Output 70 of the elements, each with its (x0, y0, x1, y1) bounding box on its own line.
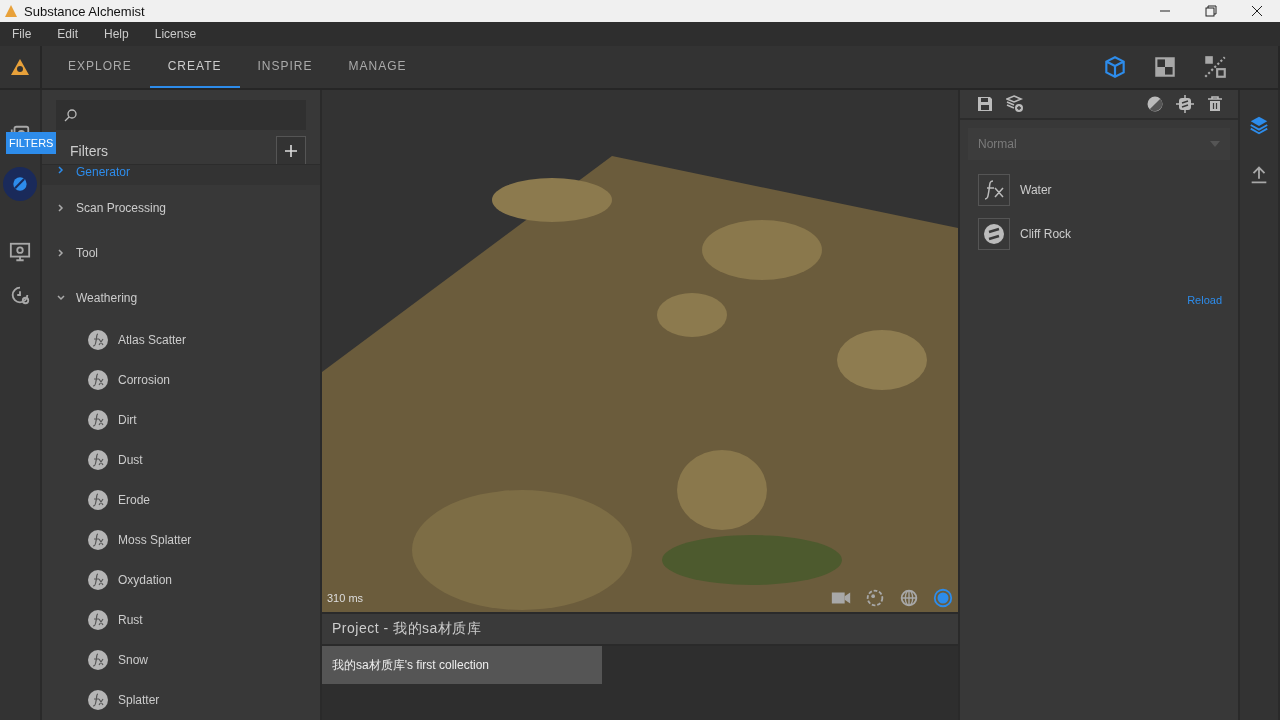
monitor-gear-icon[interactable] (9, 241, 31, 263)
layers-icon[interactable] (1248, 114, 1270, 136)
collection-item[interactable]: 我的sa材质库's first collection (322, 646, 602, 684)
nav-tab[interactable]: CREATE (149, 46, 240, 88)
render-time: 310 ms (327, 592, 365, 604)
checker-icon[interactable] (1152, 54, 1178, 80)
fx-icon (88, 650, 108, 670)
fx-icon (88, 330, 108, 350)
add-layer-icon[interactable] (1006, 95, 1024, 113)
fx-icon (88, 490, 108, 510)
layer-name[interactable]: Water (1020, 183, 1052, 197)
search-field[interactable] (56, 100, 306, 130)
filter-item[interactable]: Oxydation (118, 573, 173, 587)
fx-icon (88, 610, 108, 630)
chevron-icon (56, 247, 66, 258)
app-logo-icon (10, 57, 30, 77)
cube-icon[interactable] (1102, 54, 1128, 80)
split-view-icon[interactable] (1202, 54, 1228, 80)
filter-item[interactable]: Dust (118, 453, 143, 467)
filter-item[interactable]: Snow (118, 653, 149, 667)
fx-icon (978, 174, 1010, 206)
close-icon[interactable] (1250, 4, 1264, 18)
plus-icon (284, 144, 298, 158)
nav-tab[interactable]: EXPLORE (50, 46, 150, 88)
light-icon[interactable] (864, 587, 886, 609)
fx-icon (88, 370, 108, 390)
nav-tab[interactable]: INSPIRE (239, 46, 331, 88)
contrast-icon[interactable] (1146, 95, 1164, 113)
filters-icon (10, 174, 30, 194)
project-title: Project - 我的sa材质库 (322, 614, 958, 644)
chevron-icon (56, 292, 66, 303)
category-item[interactable]: Scan Processing (42, 185, 320, 230)
menu-item[interactable]: Help (104, 27, 129, 41)
chevron-icon (56, 202, 66, 213)
category-item[interactable]: Weathering (42, 275, 320, 320)
panel-title: Filters (70, 143, 109, 159)
filters-button[interactable] (3, 167, 37, 201)
save-icon[interactable] (976, 95, 994, 113)
search-icon (64, 108, 78, 122)
fx-icon (88, 570, 108, 590)
app-logo-icon (4, 4, 18, 18)
clock-gear-icon[interactable] (9, 284, 31, 306)
restore-icon[interactable] (1204, 4, 1218, 18)
filters-tooltip: FILTERS (6, 132, 57, 154)
menu-item[interactable]: License (154, 27, 197, 41)
caret-icon (1210, 141, 1220, 147)
menu-item[interactable]: File (12, 27, 32, 41)
nav-tab[interactable]: MANAGE (330, 46, 425, 88)
fx-icon (88, 530, 108, 550)
menu-item[interactable]: Edit (57, 27, 79, 41)
filter-item[interactable]: Rust (118, 613, 143, 627)
filter-item[interactable]: Dirt (118, 413, 137, 427)
filter-item[interactable]: Splatter (118, 693, 160, 707)
layer-name[interactable]: Cliff Rock (1020, 227, 1072, 241)
window-title: Substance Alchemist (24, 3, 146, 19)
add-button[interactable] (276, 136, 306, 166)
filter-item[interactable]: Corrosion (118, 373, 171, 387)
substance-gear-icon[interactable] (1176, 95, 1194, 113)
fx-icon (88, 690, 108, 710)
category-item[interactable]: Generator (42, 164, 320, 185)
fx-icon (88, 410, 108, 430)
chevron-icon (56, 165, 66, 175)
globe-icon[interactable] (898, 587, 920, 609)
trash-icon[interactable] (1206, 95, 1224, 113)
substance-icon (978, 218, 1010, 250)
filter-item[interactable]: Erode (118, 493, 151, 507)
category-item[interactable]: Tool (42, 230, 320, 275)
filter-item[interactable]: Atlas Scatter (118, 333, 187, 347)
filter-item[interactable]: Moss Splatter (118, 533, 192, 547)
fx-icon (88, 450, 108, 470)
